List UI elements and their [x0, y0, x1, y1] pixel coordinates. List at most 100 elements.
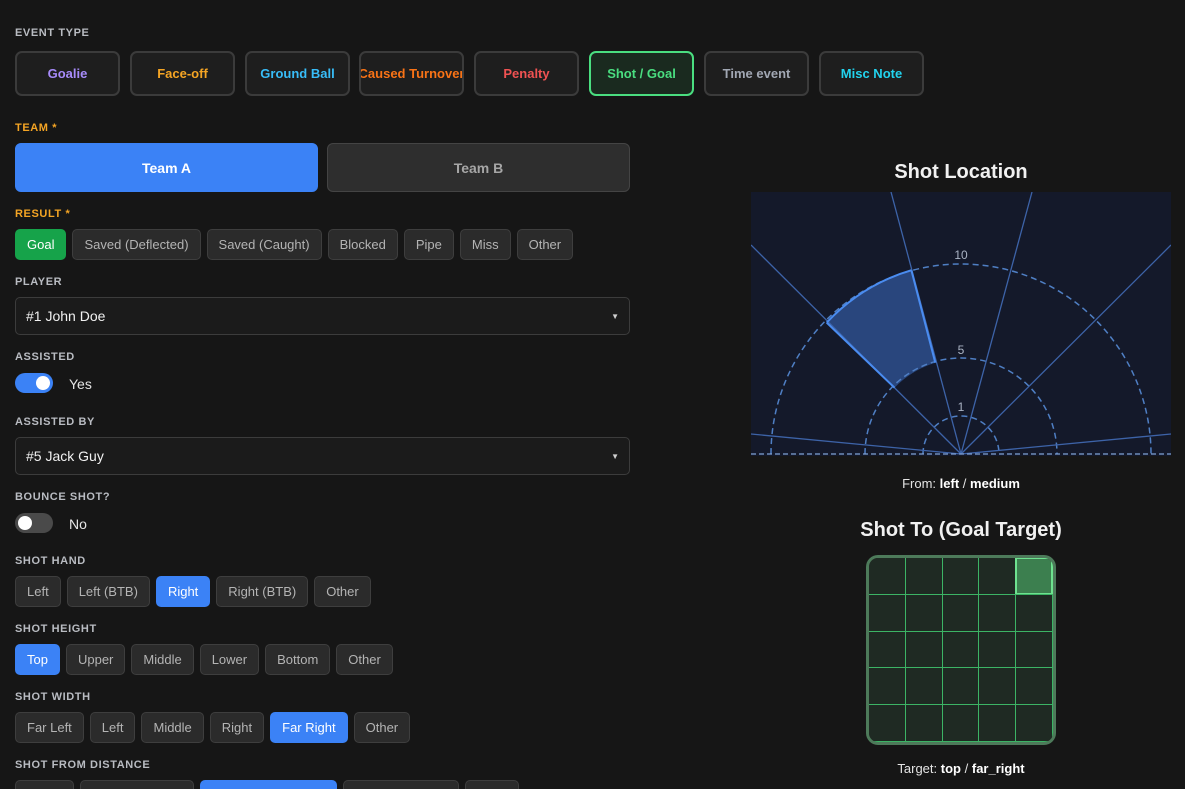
goal-cell[interactable] [941, 630, 980, 669]
event-caused-turnover-button[interactable]: Caused Turnover [359, 51, 464, 96]
bounce-shot-label: BOUNCE SHOT? [15, 491, 111, 503]
goal-cell[interactable] [904, 593, 943, 632]
shot-width-options: Far Left Left Middle Right Far Right Oth… [15, 712, 411, 743]
event-goalie-button[interactable]: Goalie [15, 51, 120, 96]
shot-width-left-button[interactable]: Left [89, 712, 136, 743]
angle-line [960, 191, 1033, 455]
team-a-button[interactable]: Team A [15, 143, 318, 192]
goal-cell[interactable] [1015, 630, 1053, 669]
goal-cell[interactable] [904, 704, 943, 742]
shot-height-lower-button[interactable]: Lower [199, 644, 260, 675]
angle-line [960, 433, 1172, 455]
shot-height-other-button[interactable]: Other [336, 644, 393, 675]
goal-cell[interactable] [869, 558, 906, 595]
event-shot-goal-label: Shot / Goal [607, 66, 676, 81]
bounce-shot-toggle[interactable] [15, 513, 53, 533]
shot-height-middle-button[interactable]: Middle [131, 644, 194, 675]
assisted-by-value: #5 Jack Guy [26, 448, 104, 464]
result-blocked-button[interactable]: Blocked [327, 229, 398, 260]
team-b-button[interactable]: Team B [327, 143, 630, 192]
result-miss-button[interactable]: Miss [459, 229, 511, 260]
goal-cell[interactable] [1015, 593, 1053, 632]
event-time-event-button[interactable]: Time event [704, 51, 809, 96]
shot-height-bottom-button[interactable]: Bottom [265, 644, 331, 675]
assisted-by-label: ASSISTED BY [15, 416, 95, 428]
shot-distance-option[interactable] [343, 780, 459, 789]
shot-hand-left-button[interactable]: Left [15, 576, 61, 607]
goal-cell[interactable] [978, 667, 1017, 706]
shot-distance-option-selected[interactable] [200, 780, 337, 789]
event-misc-note-button[interactable]: Misc Note [819, 51, 924, 96]
goal-cell[interactable] [978, 593, 1017, 632]
shot-height-top-button[interactable]: Top [15, 644, 60, 675]
shot-distance-option[interactable] [465, 780, 519, 789]
goal-cell[interactable] [869, 593, 906, 632]
event-penalty-label: Penalty [503, 66, 550, 81]
event-ground-ball-button[interactable]: Ground Ball [245, 51, 350, 96]
goal-cell[interactable] [904, 667, 943, 706]
shot-location-diagram: 10 5 1 [750, 191, 1172, 455]
target-width-value: far_right [971, 761, 1025, 776]
chevron-down-icon: ▼ [611, 311, 619, 321]
result-other-button[interactable]: Other [516, 229, 574, 260]
event-shot-goal-button[interactable]: Shot / Goal [589, 51, 694, 96]
player-label: PLAYER [15, 276, 63, 288]
event-misc-note-label: Misc Note [840, 66, 903, 81]
toggle-knob [18, 516, 32, 530]
shot-width-right-button[interactable]: Right [209, 712, 265, 743]
toggle-knob [36, 376, 50, 390]
shot-height-upper-button[interactable]: Upper [65, 644, 126, 675]
shot-width-far-right-button[interactable]: Far Right [270, 712, 348, 743]
goal-cell[interactable] [978, 630, 1017, 669]
team-label: TEAM * [15, 122, 58, 134]
assisted-by-select[interactable]: #5 Jack Guy ▼ [15, 437, 630, 475]
shot-location-field[interactable]: 10 5 1 [750, 191, 1172, 456]
goal-cell[interactable] [869, 630, 906, 669]
chevron-down-icon: ▼ [611, 451, 619, 461]
shot-distance-option[interactable] [15, 780, 74, 789]
shot-distance-option[interactable] [80, 780, 194, 789]
goal-cell[interactable] [904, 558, 943, 595]
result-goal-button[interactable]: Goal [15, 229, 67, 260]
result-saved-caught-button[interactable]: Saved (Caught) [206, 229, 322, 260]
shot-width-other-button[interactable]: Other [353, 712, 411, 743]
shot-width-far-left-button[interactable]: Far Left [15, 712, 84, 743]
event-faceoff-button[interactable]: Face-off [130, 51, 235, 96]
goal-cell[interactable] [941, 667, 980, 706]
goal-cell-selected[interactable] [1015, 558, 1053, 595]
goal-cell[interactable] [978, 704, 1017, 742]
event-penalty-button[interactable]: Penalty [474, 51, 579, 96]
goal-cell[interactable] [904, 630, 943, 669]
goal-cell[interactable] [1015, 704, 1053, 742]
shot-target-caption: Target: top / far_right [751, 761, 1171, 776]
goal-cell[interactable] [941, 558, 980, 595]
event-time-event-label: Time event [722, 66, 791, 81]
assisted-toggle[interactable] [15, 373, 53, 393]
shot-from-caption: From: left / medium [751, 476, 1171, 491]
goal-cell[interactable] [869, 667, 906, 706]
event-goalie-label: Goalie [47, 66, 88, 81]
angle-line [960, 244, 1172, 455]
shot-height-options: Top Upper Middle Lower Bottom Other [15, 644, 393, 675]
angle-line [750, 433, 962, 455]
goal-cell[interactable] [941, 593, 980, 632]
shot-hand-right-button[interactable]: Right [155, 576, 211, 607]
result-pipe-button[interactable]: Pipe [403, 229, 454, 260]
shot-width-middle-button[interactable]: Middle [141, 712, 204, 743]
event-ground-ball-label: Ground Ball [260, 66, 335, 81]
bounce-shot-value: No [69, 516, 87, 532]
shot-hand-other-button[interactable]: Other [314, 576, 371, 607]
goal-target-grid[interactable] [866, 555, 1056, 745]
ring-10 [770, 263, 1152, 455]
result-saved-deflected-button[interactable]: Saved (Deflected) [72, 229, 201, 260]
goal-cell[interactable] [1015, 667, 1053, 706]
ring-label-5: 5 [958, 343, 965, 357]
goal-cell[interactable] [869, 704, 906, 742]
shot-hand-left-btb-button[interactable]: Left (BTB) [66, 576, 150, 607]
shot-height-label: SHOT HEIGHT [15, 623, 97, 635]
goal-cell[interactable] [978, 558, 1017, 595]
zone-left-medium-selected[interactable] [826, 270, 936, 388]
player-select[interactable]: #1 John Doe ▼ [15, 297, 630, 335]
goal-cell[interactable] [941, 704, 980, 742]
shot-hand-right-btb-button[interactable]: Right (BTB) [216, 576, 309, 607]
